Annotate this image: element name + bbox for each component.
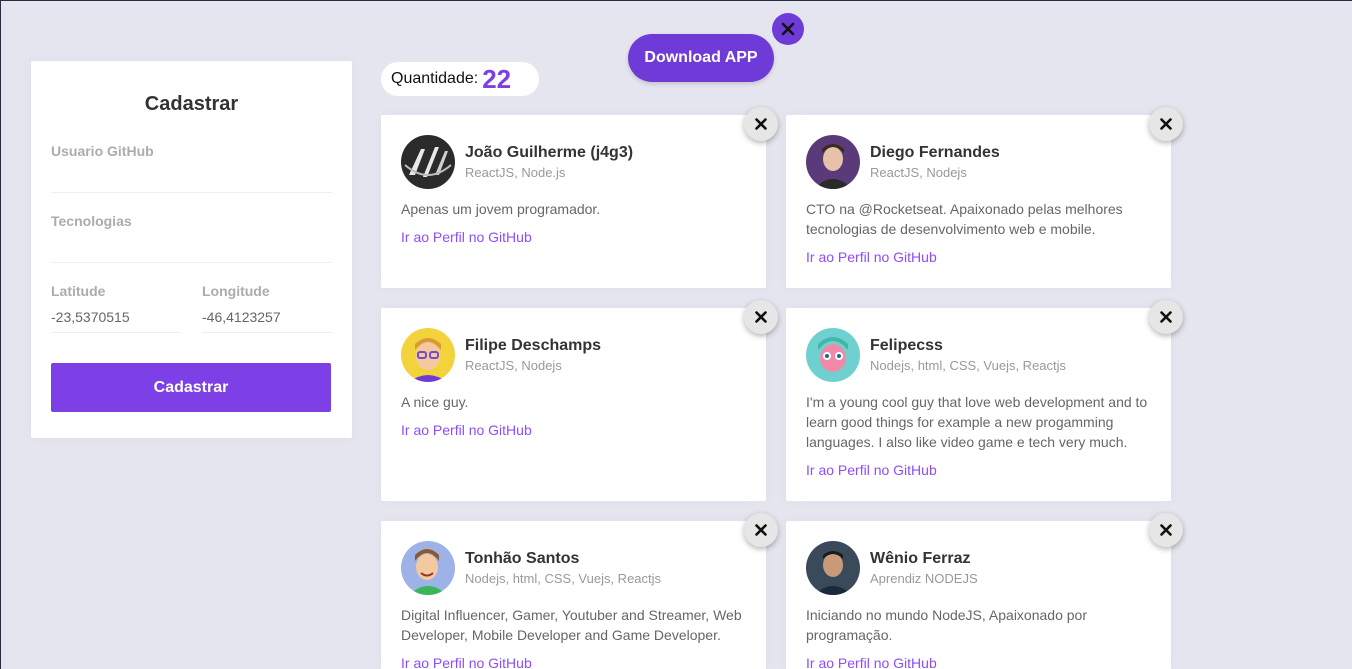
avatar: [806, 135, 860, 189]
avatar: [401, 328, 455, 382]
dev-name: Diego Fernandes: [870, 144, 1000, 161]
techs-group: Tecnologias: [51, 213, 332, 263]
close-icon: [755, 118, 767, 130]
dev-card: Wênio Ferraz Aprendiz NODEJS Iniciando n…: [786, 513, 1183, 669]
dev-bio: Iniciando no mundo NodeJS, Apaixonado po…: [806, 607, 1087, 643]
close-icon: [755, 524, 767, 536]
remove-dev-button[interactable]: [744, 300, 778, 334]
longitude-group: Longitude: [202, 283, 332, 333]
dev-techs: Aprendiz NODEJS: [870, 571, 978, 586]
download-app-button[interactable]: Download APP: [628, 34, 774, 82]
remove-dev-button[interactable]: [1149, 513, 1183, 547]
dev-bio: I'm a young cool guy that love web devel…: [806, 394, 1148, 450]
remove-dev-button[interactable]: [744, 107, 778, 141]
dev-bio: CTO na @Rocketseat. Apaixonado pelas mel…: [806, 201, 1123, 237]
dev-card: Filipe Deschamps ReactJS, Nodejs A nice …: [381, 300, 778, 501]
dev-name: João Guilherme (j4g3): [465, 144, 634, 161]
latitude-input[interactable]: [51, 301, 181, 333]
latitude-label: Latitude: [51, 283, 106, 299]
close-icon: [1160, 118, 1172, 130]
dev-techs: ReactJS, Nodejs: [465, 358, 562, 373]
close-icon: [755, 311, 767, 323]
avatar: [806, 328, 860, 382]
dev-count-badge: Quantidade: 22: [381, 62, 539, 96]
avatar: [401, 541, 455, 595]
dev-techs: Nodejs, html, CSS, Vuejs, Reactjs: [870, 358, 1067, 373]
dev-bio: A nice guy.: [401, 394, 469, 410]
dev-bio: Apenas um jovem programador.: [401, 201, 601, 217]
github-user-group: Usuario GitHub: [51, 143, 332, 193]
dev-bio: Digital Influencer, Gamer, Youtuber and …: [401, 607, 742, 643]
github-profile-link[interactable]: Ir ao Perfil no GitHub: [401, 655, 532, 669]
dev-card: Felipecss Nodejs, html, CSS, Vuejs, Reac…: [786, 300, 1183, 501]
close-banner-button[interactable]: [772, 13, 804, 45]
latitude-group: Latitude: [51, 283, 181, 333]
dev-card: Tonhão Santos Nodejs, html, CSS, Vuejs, …: [381, 513, 778, 669]
remove-dev-button[interactable]: [1149, 107, 1183, 141]
dev-name: Felipecss: [870, 337, 943, 354]
dev-name: Filipe Deschamps: [465, 337, 602, 354]
register-form-panel: Cadastrar Usuario GitHub Tecnologias Lat…: [31, 61, 352, 438]
count-label: Quantidade:: [391, 70, 479, 87]
techs-label: Tecnologias: [51, 213, 132, 229]
github-user-input[interactable]: [51, 161, 332, 193]
dev-techs: Nodejs, html, CSS, Vuejs, Reactjs: [465, 571, 662, 586]
coordinates-row: Latitude Longitude: [51, 263, 332, 333]
close-icon: [1160, 311, 1172, 323]
dev-card: Diego Fernandes ReactJS, Nodejs CTO na @…: [786, 107, 1183, 288]
dev-card: João Guilherme (j4g3) ReactJS, Node.js A…: [381, 107, 778, 288]
remove-dev-button[interactable]: [1149, 300, 1183, 334]
form-title: Cadastrar: [144, 93, 239, 115]
github-profile-link[interactable]: Ir ao Perfil no GitHub: [806, 655, 937, 669]
github-profile-link[interactable]: Ir ao Perfil no GitHub: [401, 422, 532, 438]
longitude-input[interactable]: [202, 301, 332, 333]
dev-name: Tonhão Santos: [465, 550, 580, 567]
github-profile-link[interactable]: Ir ao Perfil no GitHub: [806, 462, 937, 478]
longitude-label: Longitude: [202, 283, 270, 299]
github-profile-link[interactable]: Ir ao Perfil no GitHub: [401, 229, 532, 245]
avatar: [401, 135, 455, 189]
avatar: [806, 541, 860, 595]
techs-input[interactable]: [51, 231, 332, 263]
dev-name: Wênio Ferraz: [870, 550, 971, 567]
dev-techs: ReactJS, Nodejs: [870, 165, 967, 180]
close-icon: [781, 22, 795, 36]
count-value: 22: [482, 63, 512, 94]
submit-button[interactable]: Cadastrar: [51, 363, 331, 412]
github-profile-link[interactable]: Ir ao Perfil no GitHub: [806, 249, 937, 265]
remove-dev-button[interactable]: [744, 513, 778, 547]
close-icon: [1160, 524, 1172, 536]
dev-techs: ReactJS, Node.js: [465, 165, 566, 180]
github-user-label: Usuario GitHub: [51, 143, 154, 159]
